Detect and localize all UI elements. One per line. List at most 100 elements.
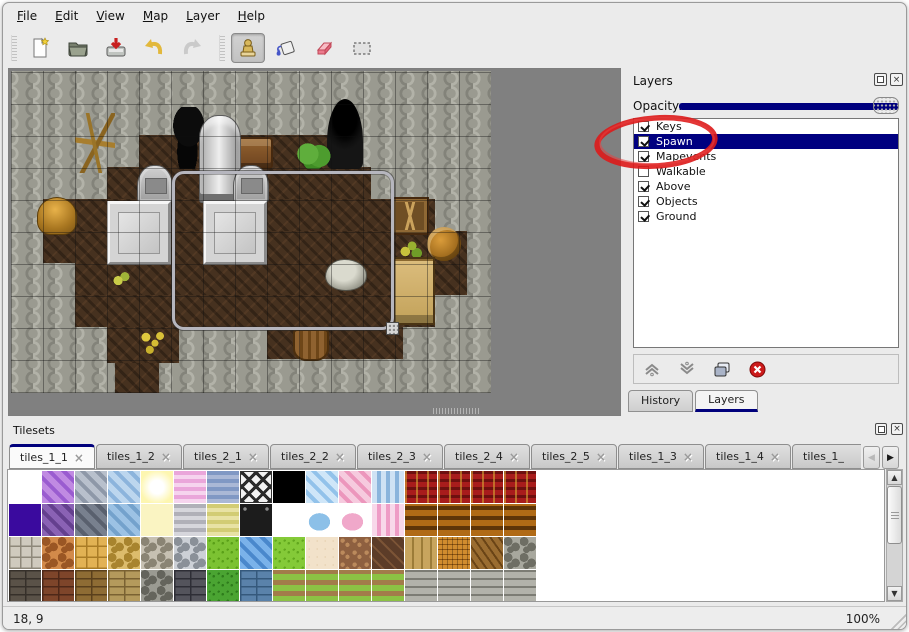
- tab-close-icon[interactable]: ×: [422, 450, 432, 464]
- palette-tile[interactable]: [207, 570, 239, 602]
- layer-visibility-checkbox[interactable]: [638, 151, 649, 162]
- palette-tile[interactable]: [273, 504, 305, 536]
- palette-tile[interactable]: [42, 570, 74, 602]
- scroll-down-icon[interactable]: ▼: [887, 586, 902, 601]
- palette-tile[interactable]: [141, 471, 173, 503]
- tileset-tab-tiles_1_[interactable]: tiles_1_: [792, 444, 861, 469]
- palette-tile[interactable]: [306, 504, 338, 536]
- palette-tile[interactable]: [240, 504, 272, 536]
- palette-tile[interactable]: [240, 570, 272, 602]
- tab-close-icon[interactable]: ×: [509, 450, 519, 464]
- palette-tile[interactable]: [207, 504, 239, 536]
- lower-layer-button[interactable]: [677, 360, 697, 378]
- layer-row-spawn[interactable]: Spawn: [634, 134, 898, 149]
- palette-tile[interactable]: [75, 504, 107, 536]
- palette-tile[interactable]: [9, 471, 41, 503]
- tab-scroll-left-icon[interactable]: ◀: [863, 446, 880, 469]
- palette-tile[interactable]: [306, 471, 338, 503]
- palette-tile[interactable]: [207, 537, 239, 569]
- layer-visibility-checkbox[interactable]: [638, 121, 649, 132]
- palette-tile[interactable]: [108, 570, 140, 602]
- palette-tile[interactable]: [372, 537, 404, 569]
- palette-tile[interactable]: [438, 471, 470, 503]
- layer-row-keys[interactable]: Keys: [634, 119, 898, 134]
- map-viewport[interactable]: [8, 68, 621, 416]
- palette-tile[interactable]: [42, 504, 74, 536]
- palette-tile[interactable]: [471, 504, 503, 536]
- tileset-tab-tiles_2_5[interactable]: tiles_2_5×: [531, 444, 617, 469]
- close-panel-icon[interactable]: ×: [891, 423, 903, 435]
- tab-close-icon[interactable]: ×: [74, 451, 84, 465]
- palette-tile[interactable]: [108, 471, 140, 503]
- palette-tile[interactable]: [273, 570, 305, 602]
- palette-tile[interactable]: [405, 570, 437, 602]
- palette-tile[interactable]: [372, 504, 404, 536]
- palette-tile[interactable]: [339, 471, 371, 503]
- palette-tile[interactable]: [9, 537, 41, 569]
- tileset-tab-tiles_1_3[interactable]: tiles_1_3×: [618, 444, 704, 469]
- palette-tile[interactable]: [306, 537, 338, 569]
- palette-tile[interactable]: [9, 504, 41, 536]
- palette-tile[interactable]: [405, 504, 437, 536]
- palette-tile[interactable]: [108, 537, 140, 569]
- menu-map[interactable]: Map: [143, 9, 168, 23]
- palette-tile[interactable]: [306, 570, 338, 602]
- palette-tile[interactable]: [240, 471, 272, 503]
- palette-tile[interactable]: [504, 504, 536, 536]
- palette-tile[interactable]: [504, 570, 536, 602]
- layer-row-mapevents[interactable]: Mapevents: [634, 149, 898, 164]
- layer-visibility-checkbox[interactable]: [638, 136, 649, 147]
- float-panel-icon[interactable]: [875, 423, 887, 435]
- delete-layer-button[interactable]: [747, 360, 767, 378]
- opacity-slider-track[interactable]: [679, 103, 899, 110]
- menu-file[interactable]: File: [17, 9, 37, 23]
- scroll-up-icon[interactable]: ▲: [887, 470, 902, 485]
- palette-tile[interactable]: [174, 570, 206, 602]
- toolbar-handle[interactable]: [219, 35, 225, 61]
- palette-tile[interactable]: [438, 537, 470, 569]
- tab-close-icon[interactable]: ×: [770, 450, 780, 464]
- menu-layer[interactable]: Layer: [186, 9, 219, 23]
- layer-row-above[interactable]: Above: [634, 179, 898, 194]
- menu-edit[interactable]: Edit: [55, 9, 78, 23]
- eraser-tool-button[interactable]: [307, 33, 341, 63]
- palette-tile[interactable]: [504, 471, 536, 503]
- palette-tile[interactable]: [405, 537, 437, 569]
- layer-row-objects[interactable]: Objects: [634, 194, 898, 209]
- tab-scroll-right-icon[interactable]: ▶: [882, 446, 899, 469]
- palette-tile[interactable]: [207, 471, 239, 503]
- palette-tile[interactable]: [141, 504, 173, 536]
- tileset-tab-tiles_2_2[interactable]: tiles_2_2×: [270, 444, 356, 469]
- raise-layer-button[interactable]: [642, 360, 662, 378]
- tab-history[interactable]: History: [628, 390, 693, 412]
- layer-row-walkable[interactable]: Walkable: [634, 164, 898, 179]
- palette-scrollbar[interactable]: ▲ ▼: [886, 469, 903, 602]
- duplicate-layer-button[interactable]: [712, 360, 732, 378]
- tileset-tab-tiles_1_1[interactable]: tiles_1_1×: [9, 444, 95, 469]
- layer-visibility-checkbox[interactable]: [638, 211, 649, 222]
- tileset-tab-tiles_1_2[interactable]: tiles_1_2×: [96, 444, 182, 469]
- tileset-tab-tiles_2_1[interactable]: tiles_2_1×: [183, 444, 269, 469]
- opacity-slider-handle[interactable]: [873, 97, 899, 114]
- tileset-palette[interactable]: [7, 469, 885, 602]
- save-map-button[interactable]: [99, 33, 133, 63]
- palette-tile[interactable]: [273, 471, 305, 503]
- palette-tile[interactable]: [174, 504, 206, 536]
- palette-tile[interactable]: [438, 504, 470, 536]
- palette-tile[interactable]: [471, 570, 503, 602]
- palette-tile[interactable]: [174, 537, 206, 569]
- tileset-tab-tiles_2_4[interactable]: tiles_2_4×: [444, 444, 530, 469]
- palette-tile[interactable]: [42, 537, 74, 569]
- palette-tile[interactable]: [240, 537, 272, 569]
- menu-help[interactable]: Help: [238, 9, 265, 23]
- tileset-tab-tiles_1_4[interactable]: tiles_1_4×: [705, 444, 791, 469]
- redo-button[interactable]: [175, 33, 209, 63]
- tab-close-icon[interactable]: ×: [335, 450, 345, 464]
- float-panel-icon[interactable]: [874, 73, 887, 86]
- selection-resize-handle[interactable]: [386, 322, 399, 335]
- palette-tile[interactable]: [273, 537, 305, 569]
- palette-tile[interactable]: [75, 471, 107, 503]
- layer-visibility-checkbox[interactable]: [638, 181, 649, 192]
- palette-tile[interactable]: [174, 471, 206, 503]
- tab-close-icon[interactable]: ×: [683, 450, 693, 464]
